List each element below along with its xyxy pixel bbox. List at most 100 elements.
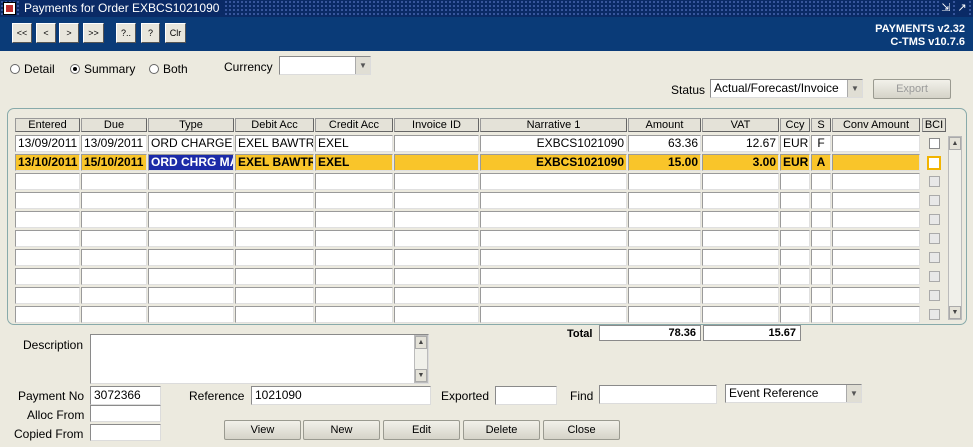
payment-no-field[interactable]: 3072366 [90,386,161,405]
cell-ccy[interactable] [780,173,810,190]
cell-amount[interactable]: 15.00 [628,154,701,171]
cell-s[interactable] [811,287,831,304]
cell-entered[interactable] [15,306,80,323]
cell-s[interactable] [811,249,831,266]
cell-entered[interactable]: 13/09/2011 [15,135,80,152]
cell-debit-acc[interactable] [235,306,314,323]
column-header-s[interactable]: S [811,118,831,132]
prev-record-button[interactable]: < [36,23,56,43]
description-field[interactable] [90,334,429,384]
cell-entered[interactable] [15,287,80,304]
maximize-icon[interactable]: ↗ [955,1,969,15]
cell-type[interactable] [148,230,234,247]
alloc-from-field[interactable] [90,405,161,422]
cell-invoice-id[interactable] [394,135,479,152]
cell-s[interactable] [811,306,831,323]
bci-checkbox[interactable] [929,290,940,301]
cell-debit-acc[interactable] [235,249,314,266]
cell-type[interactable] [148,192,234,209]
cell-vat[interactable] [702,173,779,190]
cell-invoice-id[interactable] [394,287,479,304]
delete-button[interactable]: Delete [463,420,540,440]
bci-checkbox[interactable] [929,309,940,320]
cell-ccy[interactable] [780,306,810,323]
cell-due[interactable] [81,173,147,190]
cell-debit-acc[interactable] [235,230,314,247]
cell-credit-acc[interactable] [315,230,393,247]
copied-from-field[interactable] [90,424,161,441]
close-button[interactable]: Close [543,420,620,440]
cell-narrative-1[interactable]: EXBCS1021090 [480,135,627,152]
cell-amount[interactable] [628,306,701,323]
cell-amount[interactable] [628,211,701,228]
cell-debit-acc[interactable] [235,287,314,304]
column-header-debit-acc[interactable]: Debit Acc [235,118,314,132]
bci-checkbox[interactable] [929,138,940,149]
cell-s[interactable] [811,173,831,190]
cell-type[interactable] [148,173,234,190]
cell-entered[interactable] [15,192,80,209]
bci-checkbox[interactable] [929,214,940,225]
cell-invoice-id[interactable] [394,211,479,228]
cell-ccy[interactable] [780,230,810,247]
cell-s[interactable] [811,211,831,228]
cell-narrative-1[interactable] [480,306,627,323]
radio-summary-dot[interactable] [70,64,80,74]
cell-s[interactable] [811,192,831,209]
export-button[interactable]: Export [873,79,951,99]
reference-field[interactable]: 1021090 [251,386,431,405]
column-header-vat[interactable]: VAT [702,118,779,132]
restore-icon[interactable]: ⇲ [939,1,953,15]
cell-ccy[interactable] [780,268,810,285]
column-header-type[interactable]: Type [148,118,234,132]
cell-s[interactable] [811,230,831,247]
cell-conv-amount[interactable] [832,268,920,285]
cell-invoice-id[interactable] [394,306,479,323]
scroll-up-icon[interactable]: ▲ [415,336,427,349]
cell-due[interactable] [81,268,147,285]
cell-debit-acc[interactable]: EXEL BAWTR [235,135,314,152]
cell-due[interactable] [81,192,147,209]
cell-debit-acc[interactable] [235,173,314,190]
cell-due[interactable] [81,287,147,304]
chevron-down-icon[interactable]: ▼ [355,57,370,74]
clear-button[interactable]: Clr [165,23,186,43]
cell-vat[interactable] [702,249,779,266]
cell-ccy[interactable] [780,249,810,266]
first-record-button[interactable]: << [12,23,32,43]
column-header-amount[interactable]: Amount [628,118,701,132]
cell-vat[interactable] [702,192,779,209]
radio-summary[interactable]: Summary [70,62,135,76]
cell-invoice-id[interactable] [394,154,479,171]
cell-ccy[interactable]: EUR [780,135,810,152]
cell-debit-acc[interactable] [235,211,314,228]
column-header-ccy[interactable]: Ccy [780,118,810,132]
cell-s[interactable] [811,268,831,285]
cell-conv-amount[interactable] [832,211,920,228]
cell-amount[interactable] [628,173,701,190]
cell-amount[interactable]: 63.36 [628,135,701,152]
cell-type[interactable]: ORD CHRG MAI [148,154,234,171]
cell-entered[interactable] [15,173,80,190]
column-header-bci[interactable]: BCI [922,118,946,132]
edit-button[interactable]: Edit [383,420,460,440]
cell-credit-acc[interactable] [315,268,393,285]
bci-checkbox[interactable] [929,252,940,263]
cell-credit-acc[interactable] [315,287,393,304]
cell-vat[interactable] [702,287,779,304]
radio-both-dot[interactable] [149,64,159,74]
new-button[interactable]: New [303,420,380,440]
cell-credit-acc[interactable] [315,192,393,209]
cell-ccy[interactable] [780,287,810,304]
cell-conv-amount[interactable] [832,287,920,304]
cell-credit-acc[interactable] [315,306,393,323]
last-record-button[interactable]: >> [83,23,104,43]
cell-conv-amount[interactable] [832,173,920,190]
cell-due[interactable]: 15/10/2011 [81,154,147,171]
cell-credit-acc[interactable]: EXEL [315,135,393,152]
cell-amount[interactable] [628,268,701,285]
cell-narrative-1[interactable]: EXBCS1021090 [480,154,627,171]
cell-s[interactable]: A [811,154,831,171]
cell-due[interactable] [81,211,147,228]
bci-checkbox[interactable] [929,271,940,282]
